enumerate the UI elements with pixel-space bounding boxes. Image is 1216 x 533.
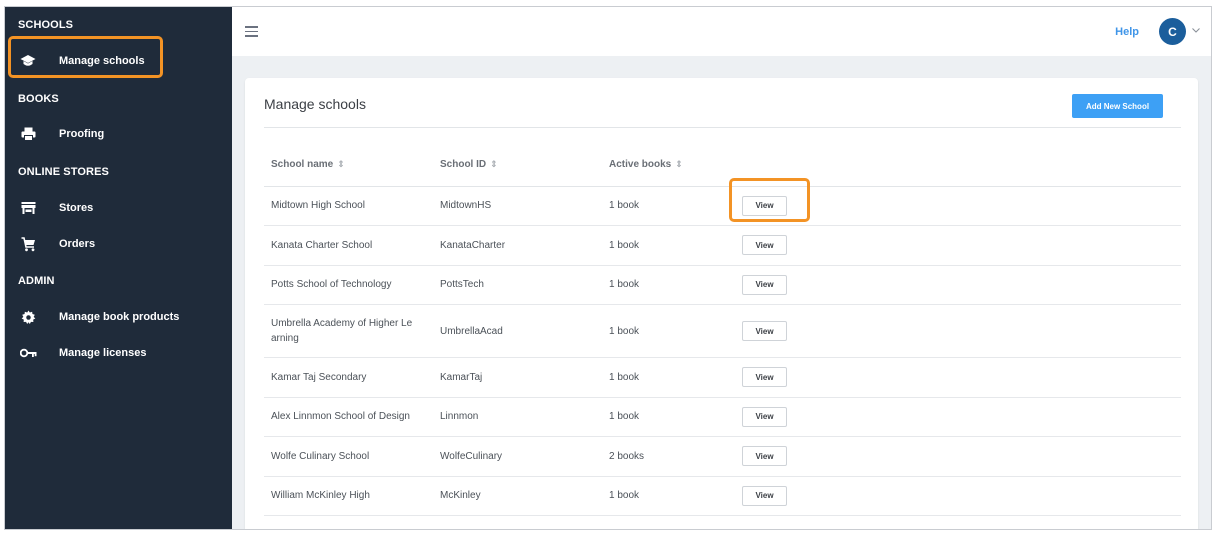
avatar[interactable]: C xyxy=(1159,18,1186,45)
school-id-cell: KamarTaj xyxy=(433,357,602,398)
column-header-school-id[interactable]: School ID ⇕ xyxy=(433,144,602,187)
key-icon xyxy=(19,344,37,362)
app-window: SCHOOLS Manage schools BOOKS Proofing ON… xyxy=(4,6,1212,530)
active-books-cell: 1 book xyxy=(602,476,735,516)
table-row: William McKinley High McKinley 1 book Vi… xyxy=(264,476,1181,516)
sort-icon[interactable]: ⇕ xyxy=(337,159,345,170)
section-title-schools: SCHOOLS xyxy=(18,19,74,31)
graduation-cap-icon xyxy=(19,52,37,70)
top-bar: Help C xyxy=(232,7,1211,56)
section-title-books: BOOKS xyxy=(18,93,59,105)
school-name-cell: Wolfe Culinary School xyxy=(264,436,433,477)
school-id-cell: KanataCharter xyxy=(433,225,602,266)
school-id-cell: PottsTech xyxy=(433,265,602,305)
table-header-row: School name ⇕ School ID ⇕ Active books ⇕ xyxy=(264,144,1181,187)
active-books-cell: 1 book xyxy=(602,397,735,437)
sidebar-item-label: Manage licenses xyxy=(59,347,147,359)
column-header-school-name[interactable]: School name ⇕ xyxy=(264,144,433,187)
school-name-cell: William McKinley High xyxy=(264,476,433,516)
table-row: Kamar Taj Secondary KamarTaj 1 book View xyxy=(264,357,1181,398)
view-button[interactable]: View xyxy=(742,274,787,295)
add-new-school-button[interactable]: Add New School xyxy=(1072,94,1163,118)
sidebar-item-manage-schools[interactable]: Manage schools xyxy=(5,44,232,78)
page-title: Manage schools xyxy=(264,96,366,112)
sort-icon[interactable]: ⇕ xyxy=(675,159,683,170)
sidebar-item-label: Proofing xyxy=(59,128,105,140)
chevron-down-icon[interactable] xyxy=(1191,25,1201,35)
school-id-cell: MidtownHS xyxy=(433,186,602,226)
table-row: Potts School of Technology PottsTech 1 b… xyxy=(264,265,1181,305)
view-button[interactable]: View xyxy=(742,321,787,341)
divider xyxy=(264,127,1181,128)
column-header-actions xyxy=(735,144,1181,187)
sidebar-item-label: Manage book products xyxy=(59,311,180,323)
active-books-cell: 1 book xyxy=(602,225,735,266)
sidebar: SCHOOLS Manage schools BOOKS Proofing ON… xyxy=(5,7,232,529)
school-id-cell: UmbrellaAcad xyxy=(433,304,602,358)
view-button[interactable]: View xyxy=(742,406,787,427)
table-row: Umbrella Academy of Higher Le arning Umb… xyxy=(264,304,1181,358)
view-button[interactable]: View xyxy=(742,367,787,388)
school-id-cell: WolfeCulinary xyxy=(433,436,602,477)
sidebar-item-manage-book-products[interactable]: Manage book products xyxy=(5,300,232,334)
hamburger-icon[interactable] xyxy=(245,26,258,37)
schools-table: School name ⇕ School ID ⇕ Active books ⇕ Mi… xyxy=(264,144,1181,516)
gear-icon xyxy=(19,308,37,326)
column-header-active-books[interactable]: Active books ⇕ xyxy=(602,144,735,187)
school-id-cell: McKinley xyxy=(433,476,602,516)
sidebar-item-proofing[interactable]: Proofing xyxy=(5,117,232,151)
sidebar-item-orders[interactable]: Orders xyxy=(5,227,232,261)
view-button[interactable]: View xyxy=(742,485,787,506)
school-name-cell: Potts School of Technology xyxy=(264,265,433,305)
school-name-cell: Kamar Taj Secondary xyxy=(264,357,433,398)
school-id-cell: Linnmon xyxy=(433,397,602,437)
view-button[interactable]: View xyxy=(742,235,787,256)
cart-icon xyxy=(19,235,37,253)
sidebar-item-label: Stores xyxy=(59,202,94,214)
store-icon xyxy=(19,199,37,217)
view-button[interactable]: View xyxy=(742,195,787,216)
view-button[interactable]: View xyxy=(742,446,787,467)
active-books-cell: 1 book xyxy=(602,265,735,305)
manage-schools-card: Manage schools Add New School School nam… xyxy=(245,78,1198,529)
table-row: Alex Linnmon School of Design Linnmon 1 … xyxy=(264,397,1181,437)
printer-icon xyxy=(19,125,37,143)
active-books-cell: 1 book xyxy=(602,357,735,398)
school-name-cell: Midtown High School xyxy=(264,186,433,226)
sidebar-item-manage-licenses[interactable]: Manage licenses xyxy=(5,336,232,370)
sidebar-item-label: Orders xyxy=(59,238,96,250)
table-row: Wolfe Culinary School WolfeCulinary 2 bo… xyxy=(264,436,1181,477)
section-title-admin: ADMIN xyxy=(18,275,55,287)
section-title-online-stores: ONLINE STORES xyxy=(18,166,109,178)
sidebar-item-stores[interactable]: Stores xyxy=(5,191,232,225)
active-books-cell: 2 books xyxy=(602,436,735,477)
active-books-cell: 1 book xyxy=(602,186,735,226)
table-row: Midtown High School MidtownHS 1 book Vie… xyxy=(264,186,1181,226)
sort-icon[interactable]: ⇕ xyxy=(490,159,498,170)
table-row: Kanata Charter School KanataCharter 1 bo… xyxy=(264,225,1181,266)
school-name-cell: Umbrella Academy of Higher Le arning xyxy=(264,304,433,358)
help-link[interactable]: Help xyxy=(1115,26,1139,38)
sidebar-item-label: Manage schools xyxy=(59,55,145,67)
school-name-cell: Alex Linnmon School of Design xyxy=(264,397,433,437)
active-books-cell: 1 book xyxy=(602,304,735,358)
school-name-cell: Kanata Charter School xyxy=(264,225,433,266)
